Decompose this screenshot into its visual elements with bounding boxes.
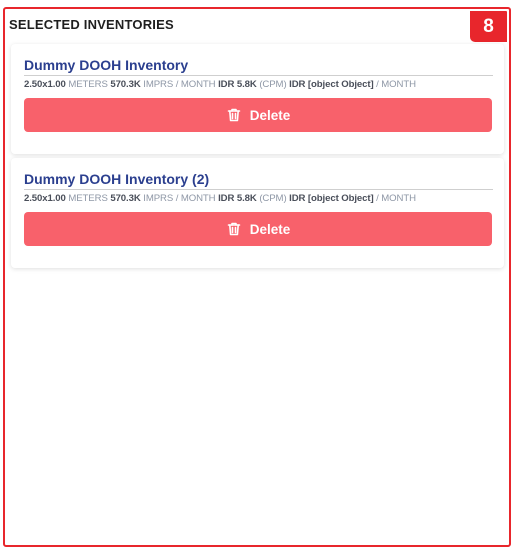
impressions-unit: IMPRS / MONTH [143,193,216,204]
inventory-card: Dummy DOOH Inventory (2) 2.50x1.00 METER… [11,158,504,268]
delete-button[interactable]: Delete [24,212,492,246]
inventory-count-badge: 8 [470,11,507,42]
size-value: 2.50x1.00 [24,193,66,204]
cpm-value: IDR 5.8K [218,193,257,204]
size-value: 2.50x1.00 [24,79,66,90]
delete-button-label: Delete [249,107,291,123]
trash-icon [226,107,242,123]
price-unit: / MONTH [376,79,416,90]
impressions-value: 570.3K [110,79,141,90]
impressions-value: 570.3K [110,193,141,204]
inventory-title: Dummy DOOH Inventory [24,56,493,76]
inventory-details: 2.50x1.00 METERS 570.3K IMPRS / MONTH ID… [24,78,493,91]
selected-inventories-panel: SELECTED INVENTORIES 8 Dummy DOOH Invent… [3,7,511,547]
cpm-unit: (CPM) [259,193,287,204]
cpm-unit: (CPM) [259,79,287,90]
price-value: IDR [object Object] [289,79,374,90]
price-value: IDR [object Object] [289,193,374,204]
inventory-card: Dummy DOOH Inventory 2.50x1.00 METERS 57… [11,44,504,154]
trash-icon [226,221,242,237]
panel-title: SELECTED INVENTORIES [9,17,174,32]
inventory-details: 2.50x1.00 METERS 570.3K IMPRS / MONTH ID… [24,192,493,205]
size-unit: METERS [68,193,108,204]
delete-button[interactable]: Delete [24,98,492,132]
delete-button-label: Delete [249,221,291,237]
impressions-unit: IMPRS / MONTH [143,79,216,90]
cpm-value: IDR 5.8K [218,79,257,90]
inventory-title: Dummy DOOH Inventory (2) [24,170,493,190]
size-unit: METERS [68,79,108,90]
price-unit: / MONTH [376,193,416,204]
